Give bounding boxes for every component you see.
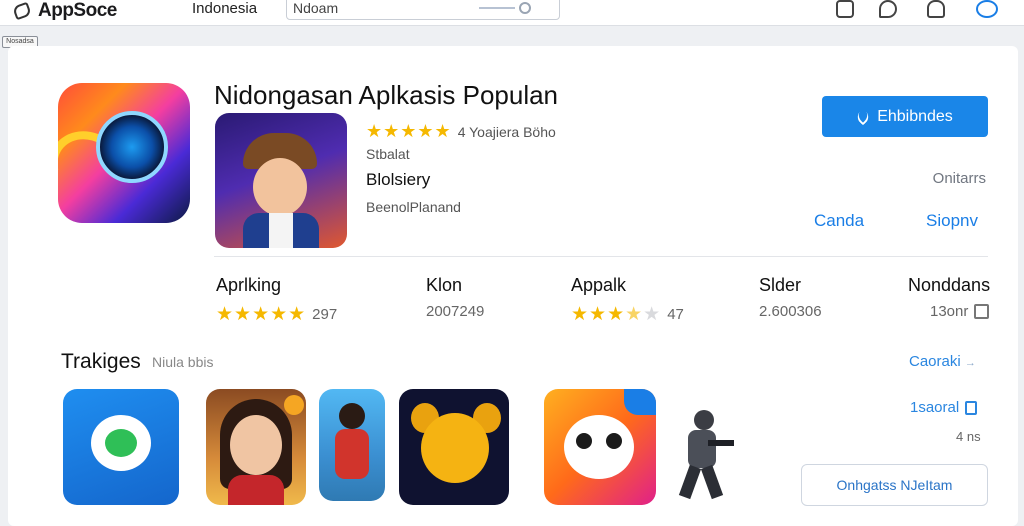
featured-rating: ★★★★★ 4 Yoajiera Böho [366, 121, 556, 142]
rating-text: 4 Yoajiera Böho [457, 123, 556, 140]
checkbox-icon[interactable] [974, 304, 990, 319]
app-tile[interactable] [206, 389, 306, 505]
search-value: Ndoam [293, 0, 339, 16]
chat-icon[interactable] [879, 0, 897, 18]
search-icon[interactable] [519, 2, 531, 14]
stat-sub: ★★★★★ 297 [216, 303, 337, 326]
featured-meta-1: Stbalat [366, 146, 410, 162]
featured-game-thumbnail[interactable] [215, 113, 347, 248]
link-canda[interactable]: Canda [814, 211, 864, 231]
install-button[interactable]: Ehbibndes [822, 96, 988, 137]
character-shirt [269, 213, 293, 248]
star-rating-icon: ★★★★★ [366, 121, 452, 141]
app-tile[interactable] [319, 389, 385, 501]
badge-icon [284, 395, 304, 415]
featured-app-icon[interactable] [58, 83, 190, 223]
figure-torso [688, 430, 716, 468]
stat-value: 2.600306 [759, 303, 822, 320]
see-all-link[interactable]: Caoraki → [909, 353, 976, 370]
app-tile[interactable] [63, 389, 179, 505]
install-button-label: Ehbibndes [877, 107, 953, 125]
side-label-text: 1saoral [910, 399, 960, 416]
logo-icon [12, 1, 32, 21]
stat-title: Klon [426, 275, 463, 295]
see-all-label: Caoraki [909, 353, 961, 370]
character-head [339, 403, 365, 429]
section-title: Trakiges [61, 350, 141, 373]
account-icon[interactable] [976, 0, 998, 18]
phone-icon [854, 108, 872, 125]
phone-icon [105, 429, 137, 457]
mascot-icon [421, 413, 489, 483]
character-face [253, 158, 307, 216]
stat-title: Slder [759, 275, 802, 295]
link-siopnv[interactable]: Siopnv [926, 211, 978, 231]
stat-sub: ★★★★★ 47 [571, 303, 684, 326]
featured-meta-2: Blolsiery [366, 170, 431, 189]
page-title: Nidongasan Aplkasis Populan [214, 80, 559, 110]
stat-sub: 2007249 [426, 303, 484, 320]
stat-title: Aprlking [216, 275, 282, 295]
featured-meta-3: BeenolPlanand [366, 199, 461, 215]
soldier-figure[interactable] [672, 410, 734, 500]
eye-shape [606, 433, 622, 449]
character-face [230, 415, 282, 475]
app-tile[interactable] [399, 389, 509, 505]
top-bar: AppSoce Indonesia Ndoam [0, 0, 1024, 26]
figure-head [694, 410, 714, 430]
character-shirt [228, 475, 284, 505]
eye-shape [576, 433, 592, 449]
side-size: 4 ns [956, 429, 981, 444]
section-subtitle: Niula bbis [152, 354, 214, 370]
star-rating-icon: ★★★★★ [216, 304, 307, 325]
corner-badge-icon [624, 389, 656, 415]
region-selector[interactable]: Indonesia [192, 0, 257, 18]
panda-icon [564, 415, 634, 479]
figure-leg [678, 464, 702, 500]
search-controls [479, 2, 537, 14]
right-meta: Onitarrs [932, 170, 986, 187]
slider-icon [479, 7, 515, 9]
divider [214, 256, 988, 257]
stat-title: Nonddans [908, 275, 991, 295]
search-input[interactable]: Ndoam [286, 0, 560, 20]
figure-leg [700, 464, 724, 500]
character-body [335, 429, 369, 479]
document-icon [965, 400, 978, 415]
app-logo[interactable]: AppSoce [12, 0, 117, 22]
stat-sub: 13onr [930, 303, 990, 320]
star-rating-icon: ★★★★★ [571, 304, 662, 325]
lens-icon [96, 111, 168, 183]
arrow-icon: → [964, 357, 976, 369]
secondary-button[interactable]: Onhgatss NJeItam [801, 464, 988, 506]
weapon-shape [708, 440, 734, 446]
stat-sub: 2.600306 [759, 303, 822, 320]
stat-value: 47 [667, 306, 684, 323]
stat-title: Appalk [571, 275, 627, 295]
stat-value: 13onr [930, 303, 969, 320]
logo-text: AppSoce [38, 0, 117, 21]
stat-value: 2007249 [426, 303, 485, 320]
bell-icon[interactable] [927, 0, 945, 18]
document-icon[interactable] [836, 0, 854, 18]
app-tile[interactable] [544, 389, 656, 505]
side-label[interactable]: 1saoral [910, 399, 978, 416]
stat-value: 297 [312, 306, 338, 323]
